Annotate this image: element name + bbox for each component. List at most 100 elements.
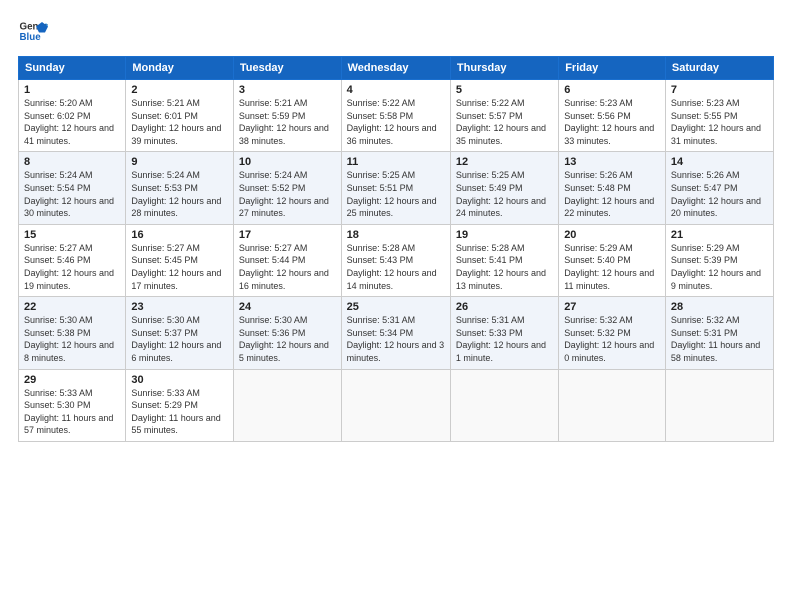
calendar-cell: 8Sunrise: 5:24 AMSunset: 5:54 PMDaylight… <box>19 152 126 224</box>
day-number: 6 <box>564 84 660 96</box>
calendar-cell: 3Sunrise: 5:21 AMSunset: 5:59 PMDaylight… <box>233 80 341 152</box>
day-detail: Sunrise: 5:24 AMSunset: 5:54 PMDaylight:… <box>24 169 120 219</box>
calendar-cell: 23Sunrise: 5:30 AMSunset: 5:37 PMDayligh… <box>126 297 234 369</box>
day-detail: Sunrise: 5:23 AMSunset: 5:56 PMDaylight:… <box>564 97 660 147</box>
logo: General Blue <box>18 16 48 46</box>
day-number: 27 <box>564 301 660 313</box>
day-detail: Sunrise: 5:28 AMSunset: 5:41 PMDaylight:… <box>456 242 553 292</box>
day-number: 26 <box>456 301 553 313</box>
day-detail: Sunrise: 5:23 AMSunset: 5:55 PMDaylight:… <box>671 97 768 147</box>
calendar-cell: 22Sunrise: 5:30 AMSunset: 5:38 PMDayligh… <box>19 297 126 369</box>
calendar-cell <box>665 369 773 441</box>
calendar-cell: 29Sunrise: 5:33 AMSunset: 5:30 PMDayligh… <box>19 369 126 441</box>
calendar-cell: 5Sunrise: 5:22 AMSunset: 5:57 PMDaylight… <box>450 80 558 152</box>
calendar-week-row: 22Sunrise: 5:30 AMSunset: 5:38 PMDayligh… <box>19 297 774 369</box>
day-detail: Sunrise: 5:29 AMSunset: 5:40 PMDaylight:… <box>564 242 660 292</box>
day-number: 16 <box>131 229 228 241</box>
day-number: 13 <box>564 156 660 168</box>
day-detail: Sunrise: 5:22 AMSunset: 5:57 PMDaylight:… <box>456 97 553 147</box>
calendar-cell: 18Sunrise: 5:28 AMSunset: 5:43 PMDayligh… <box>341 224 450 296</box>
calendar-cell: 15Sunrise: 5:27 AMSunset: 5:46 PMDayligh… <box>19 224 126 296</box>
day-number: 2 <box>131 84 228 96</box>
day-detail: Sunrise: 5:27 AMSunset: 5:44 PMDaylight:… <box>239 242 336 292</box>
weekday-header: Thursday <box>450 57 558 80</box>
day-number: 9 <box>131 156 228 168</box>
calendar-header: SundayMondayTuesdayWednesdayThursdayFrid… <box>19 57 774 80</box>
calendar-cell: 17Sunrise: 5:27 AMSunset: 5:44 PMDayligh… <box>233 224 341 296</box>
day-number: 28 <box>671 301 768 313</box>
day-number: 21 <box>671 229 768 241</box>
weekday-header: Sunday <box>19 57 126 80</box>
day-number: 1 <box>24 84 120 96</box>
calendar-cell: 7Sunrise: 5:23 AMSunset: 5:55 PMDaylight… <box>665 80 773 152</box>
day-detail: Sunrise: 5:32 AMSunset: 5:31 PMDaylight:… <box>671 314 768 364</box>
day-number: 18 <box>347 229 445 241</box>
calendar-cell: 25Sunrise: 5:31 AMSunset: 5:34 PMDayligh… <box>341 297 450 369</box>
day-detail: Sunrise: 5:31 AMSunset: 5:34 PMDaylight:… <box>347 314 445 364</box>
calendar-cell: 27Sunrise: 5:32 AMSunset: 5:32 PMDayligh… <box>559 297 666 369</box>
calendar-table: SundayMondayTuesdayWednesdayThursdayFrid… <box>18 56 774 442</box>
day-number: 20 <box>564 229 660 241</box>
day-detail: Sunrise: 5:26 AMSunset: 5:47 PMDaylight:… <box>671 169 768 219</box>
calendar-cell: 13Sunrise: 5:26 AMSunset: 5:48 PMDayligh… <box>559 152 666 224</box>
calendar-cell: 9Sunrise: 5:24 AMSunset: 5:53 PMDaylight… <box>126 152 234 224</box>
day-number: 12 <box>456 156 553 168</box>
day-number: 24 <box>239 301 336 313</box>
calendar-cell: 24Sunrise: 5:30 AMSunset: 5:36 PMDayligh… <box>233 297 341 369</box>
day-number: 25 <box>347 301 445 313</box>
calendar-cell: 10Sunrise: 5:24 AMSunset: 5:52 PMDayligh… <box>233 152 341 224</box>
day-detail: Sunrise: 5:21 AMSunset: 5:59 PMDaylight:… <box>239 97 336 147</box>
day-detail: Sunrise: 5:30 AMSunset: 5:38 PMDaylight:… <box>24 314 120 364</box>
calendar-week-row: 1Sunrise: 5:20 AMSunset: 6:02 PMDaylight… <box>19 80 774 152</box>
calendar-page: General Blue SundayMondayTuesdayWednesda… <box>0 0 792 612</box>
day-detail: Sunrise: 5:32 AMSunset: 5:32 PMDaylight:… <box>564 314 660 364</box>
day-number: 15 <box>24 229 120 241</box>
day-number: 7 <box>671 84 768 96</box>
day-detail: Sunrise: 5:30 AMSunset: 5:37 PMDaylight:… <box>131 314 228 364</box>
day-detail: Sunrise: 5:28 AMSunset: 5:43 PMDaylight:… <box>347 242 445 292</box>
day-detail: Sunrise: 5:20 AMSunset: 6:02 PMDaylight:… <box>24 97 120 147</box>
calendar-week-row: 29Sunrise: 5:33 AMSunset: 5:30 PMDayligh… <box>19 369 774 441</box>
day-number: 5 <box>456 84 553 96</box>
day-number: 3 <box>239 84 336 96</box>
day-detail: Sunrise: 5:31 AMSunset: 5:33 PMDaylight:… <box>456 314 553 364</box>
weekday-header: Wednesday <box>341 57 450 80</box>
calendar-cell: 14Sunrise: 5:26 AMSunset: 5:47 PMDayligh… <box>665 152 773 224</box>
day-detail: Sunrise: 5:27 AMSunset: 5:46 PMDaylight:… <box>24 242 120 292</box>
day-detail: Sunrise: 5:24 AMSunset: 5:53 PMDaylight:… <box>131 169 228 219</box>
calendar-cell: 4Sunrise: 5:22 AMSunset: 5:58 PMDaylight… <box>341 80 450 152</box>
day-number: 11 <box>347 156 445 168</box>
calendar-cell <box>233 369 341 441</box>
day-number: 4 <box>347 84 445 96</box>
calendar-cell <box>341 369 450 441</box>
calendar-cell: 2Sunrise: 5:21 AMSunset: 6:01 PMDaylight… <box>126 80 234 152</box>
day-number: 22 <box>24 301 120 313</box>
calendar-cell: 6Sunrise: 5:23 AMSunset: 5:56 PMDaylight… <box>559 80 666 152</box>
day-detail: Sunrise: 5:24 AMSunset: 5:52 PMDaylight:… <box>239 169 336 219</box>
day-number: 23 <box>131 301 228 313</box>
day-detail: Sunrise: 5:26 AMSunset: 5:48 PMDaylight:… <box>564 169 660 219</box>
day-detail: Sunrise: 5:22 AMSunset: 5:58 PMDaylight:… <box>347 97 445 147</box>
calendar-week-row: 8Sunrise: 5:24 AMSunset: 5:54 PMDaylight… <box>19 152 774 224</box>
day-number: 29 <box>24 374 120 386</box>
day-detail: Sunrise: 5:25 AMSunset: 5:49 PMDaylight:… <box>456 169 553 219</box>
calendar-cell: 28Sunrise: 5:32 AMSunset: 5:31 PMDayligh… <box>665 297 773 369</box>
day-detail: Sunrise: 5:25 AMSunset: 5:51 PMDaylight:… <box>347 169 445 219</box>
header: General Blue <box>18 16 774 46</box>
weekday-header: Saturday <box>665 57 773 80</box>
calendar-cell: 26Sunrise: 5:31 AMSunset: 5:33 PMDayligh… <box>450 297 558 369</box>
day-number: 17 <box>239 229 336 241</box>
calendar-cell: 19Sunrise: 5:28 AMSunset: 5:41 PMDayligh… <box>450 224 558 296</box>
calendar-cell: 30Sunrise: 5:33 AMSunset: 5:29 PMDayligh… <box>126 369 234 441</box>
weekday-header: Friday <box>559 57 666 80</box>
day-detail: Sunrise: 5:27 AMSunset: 5:45 PMDaylight:… <box>131 242 228 292</box>
calendar-cell <box>450 369 558 441</box>
calendar-week-row: 15Sunrise: 5:27 AMSunset: 5:46 PMDayligh… <box>19 224 774 296</box>
calendar-cell: 11Sunrise: 5:25 AMSunset: 5:51 PMDayligh… <box>341 152 450 224</box>
calendar-cell: 21Sunrise: 5:29 AMSunset: 5:39 PMDayligh… <box>665 224 773 296</box>
svg-text:Blue: Blue <box>20 32 42 43</box>
calendar-cell <box>559 369 666 441</box>
calendar-cell: 1Sunrise: 5:20 AMSunset: 6:02 PMDaylight… <box>19 80 126 152</box>
weekday-header: Monday <box>126 57 234 80</box>
day-number: 30 <box>131 374 228 386</box>
